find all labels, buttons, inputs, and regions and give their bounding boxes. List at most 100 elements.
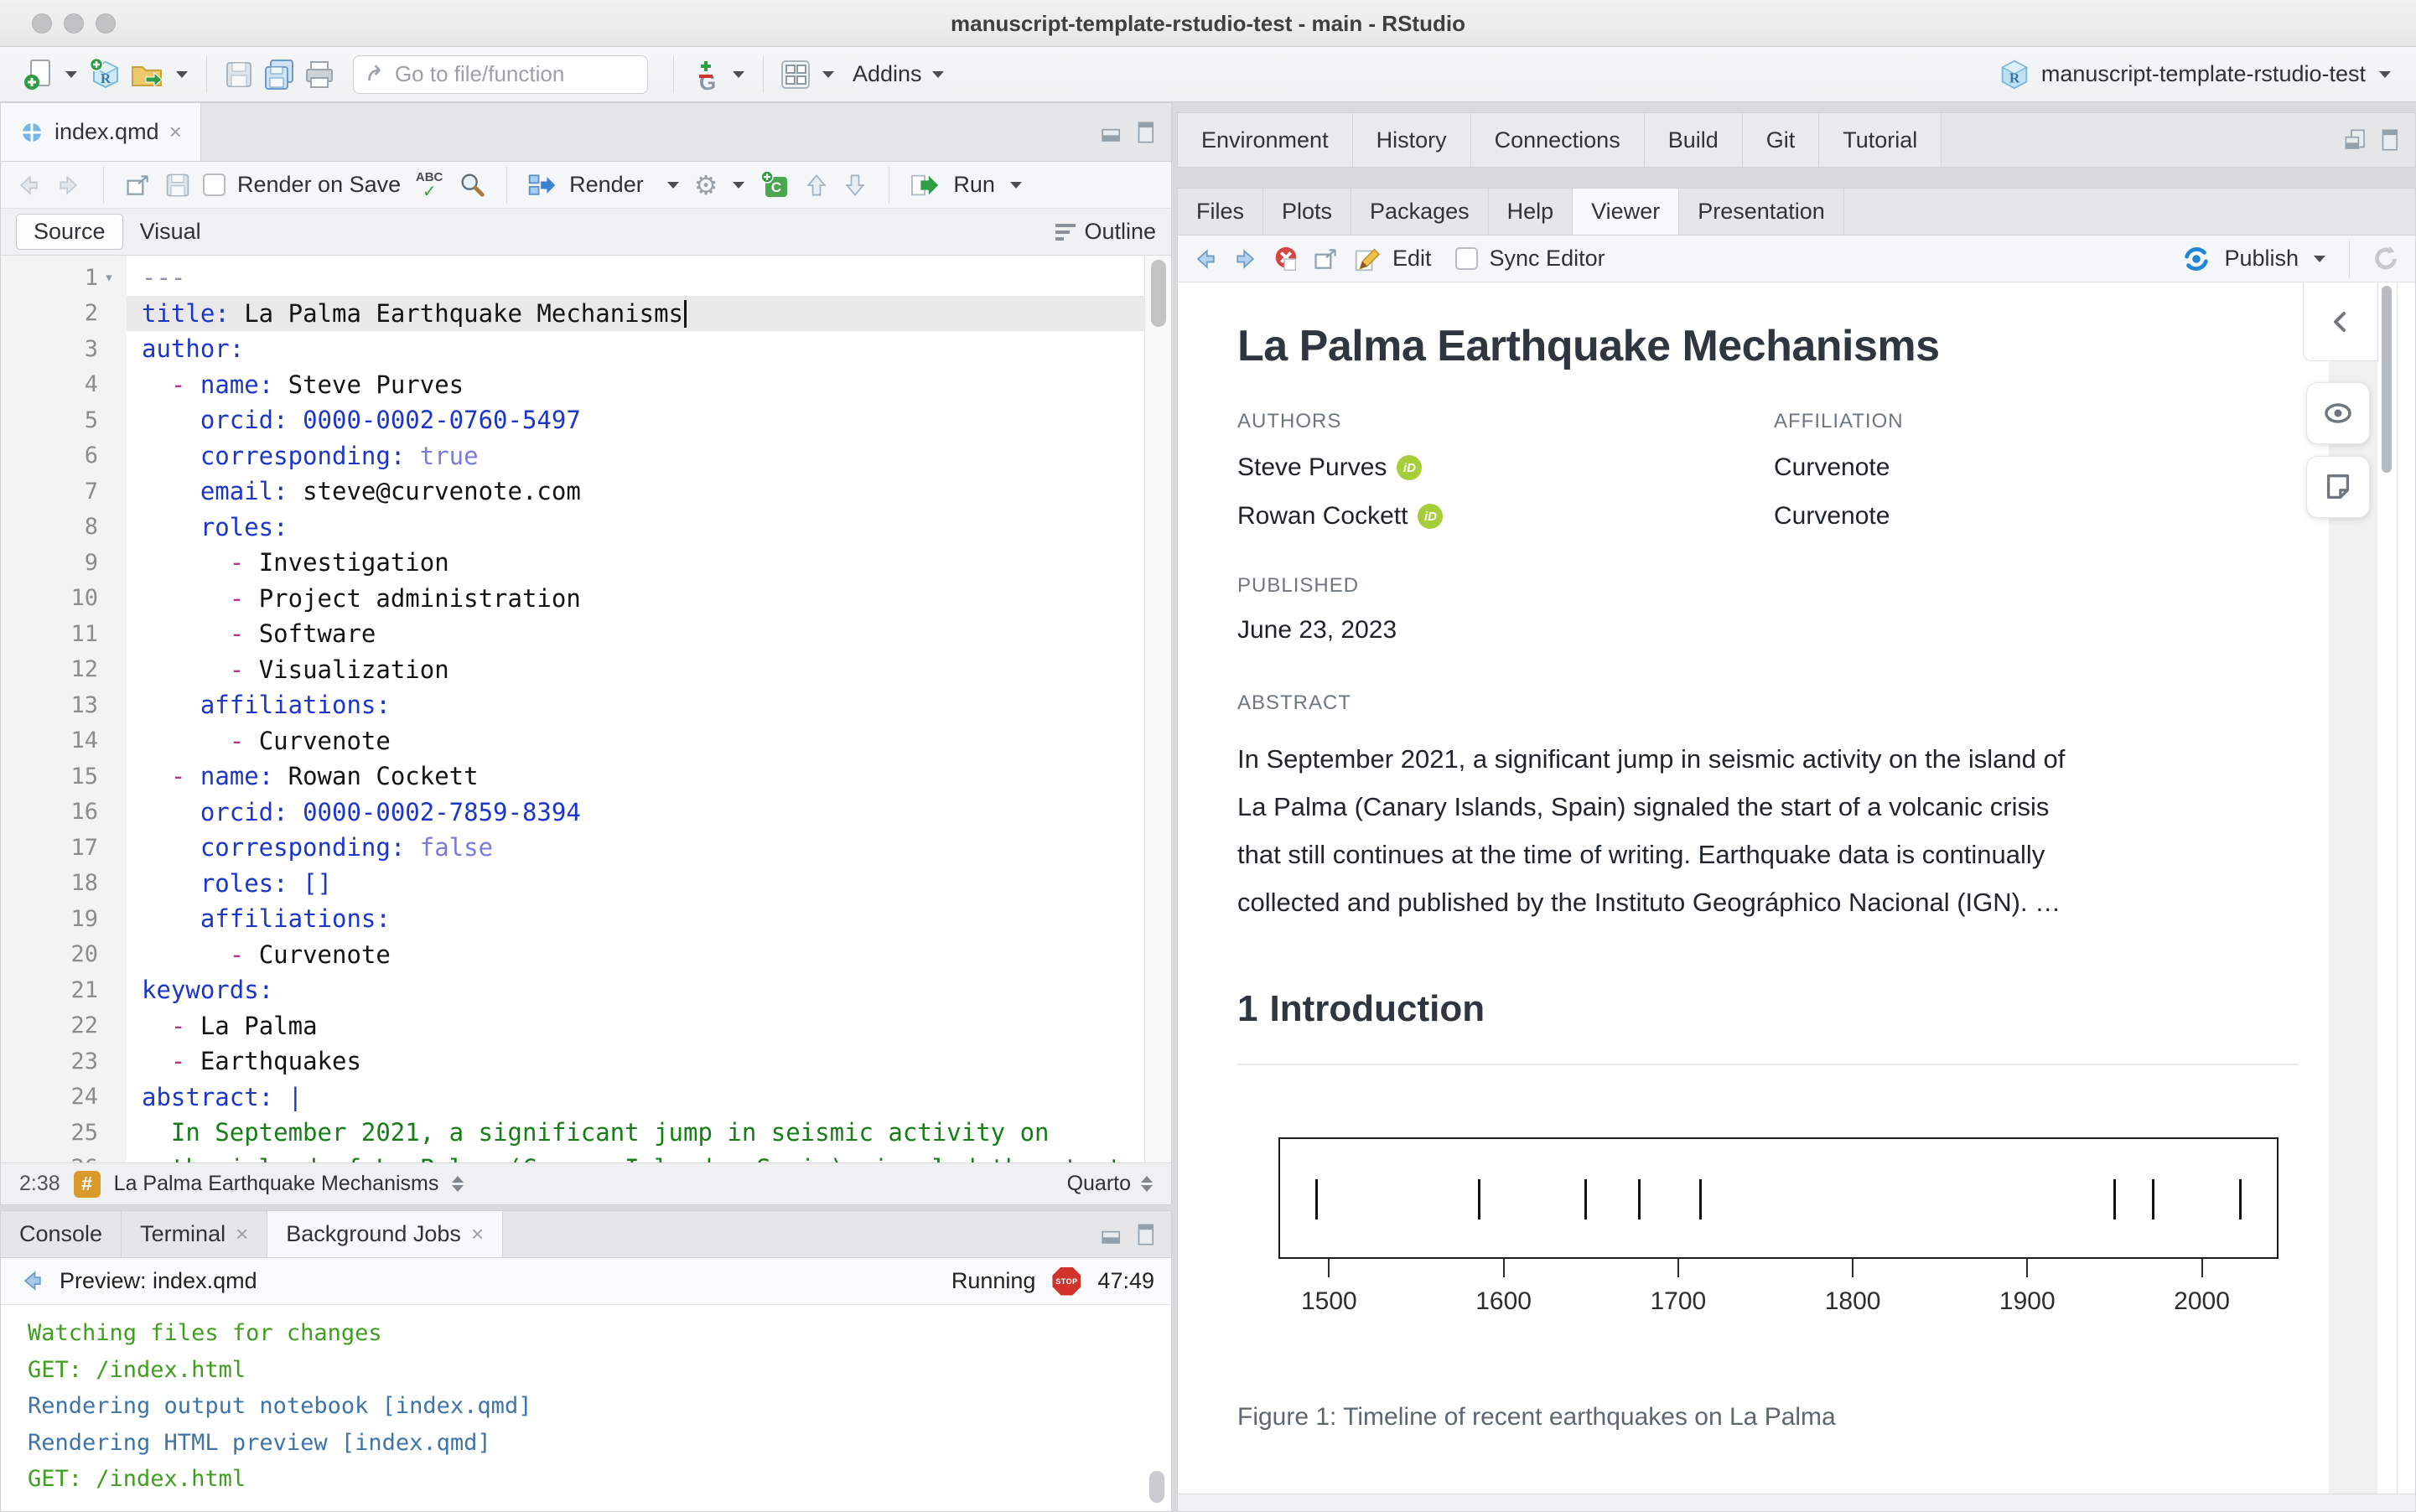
line-number[interactable]: 1 xyxy=(85,265,98,291)
editor-scrollbar-thumb[interactable] xyxy=(1151,260,1166,327)
settings-gear-icon[interactable]: ⚙ xyxy=(694,169,718,201)
console-scrollbar-thumb[interactable] xyxy=(1149,1471,1164,1503)
version-control-icon[interactable]: G xyxy=(689,56,723,93)
code-line[interactable]: orcid: 0000-0002-7859-8394 xyxy=(127,795,1171,831)
code-line[interactable]: In September 2021, a significant jump in… xyxy=(127,1115,1171,1151)
render-icon[interactable] xyxy=(527,171,557,199)
tab-packages[interactable]: Packages xyxy=(1351,189,1489,235)
source-mode-button[interactable]: Source xyxy=(16,214,123,250)
refresh-icon[interactable] xyxy=(2370,243,2402,275)
code-line[interactable]: - Project administration xyxy=(127,581,1171,617)
line-number[interactable]: 14 xyxy=(70,728,98,753)
open-file-icon[interactable] xyxy=(129,56,166,93)
line-number[interactable]: 24 xyxy=(70,1084,98,1110)
tab-files[interactable]: Files xyxy=(1178,189,1263,235)
goto-file-function-input[interactable] xyxy=(395,61,635,87)
maximize-pane-icon[interactable] xyxy=(1133,120,1158,145)
line-number[interactable]: 7 xyxy=(85,479,98,505)
line-number[interactable]: 6 xyxy=(85,443,98,469)
go-next-chunk-icon[interactable] xyxy=(842,172,868,199)
tab-git[interactable]: Git xyxy=(1743,113,1820,167)
restore-pane-icon[interactable] xyxy=(2343,127,2368,153)
popout-viewer-icon[interactable] xyxy=(1312,246,1340,272)
tab-terminal[interactable]: Terminal× xyxy=(122,1211,267,1257)
tab-connections[interactable]: Connections xyxy=(1471,113,1645,167)
editor-scrollbar[interactable] xyxy=(1144,256,1171,1162)
back-icon[interactable] xyxy=(18,1268,46,1295)
code-line[interactable]: - Investigation xyxy=(127,545,1171,581)
code-line[interactable]: orcid: 0000-0002-0760-5497 xyxy=(127,402,1171,438)
close-icon[interactable]: × xyxy=(471,1221,484,1247)
close-icon[interactable]: × xyxy=(169,119,182,145)
line-number[interactable]: 16 xyxy=(70,799,98,825)
render-button[interactable]: Render xyxy=(569,172,644,198)
sync-editor-checkbox[interactable] xyxy=(1455,247,1478,270)
code-line[interactable]: affiliations: xyxy=(127,901,1171,937)
line-number[interactable]: 15 xyxy=(70,764,98,790)
line-number[interactable]: 3 xyxy=(85,336,98,362)
viewer-forward-icon[interactable] xyxy=(1231,246,1260,272)
publish-button[interactable]: Publish xyxy=(2224,246,2299,272)
line-number[interactable]: 17 xyxy=(70,835,98,861)
tab-tutorial[interactable]: Tutorial xyxy=(1819,113,1942,167)
code-line[interactable]: roles: xyxy=(127,510,1171,546)
addins-dropdown-icon[interactable] xyxy=(932,71,944,78)
code-line[interactable]: author: xyxy=(127,331,1171,367)
line-number[interactable]: 23 xyxy=(70,1049,98,1074)
code-line[interactable]: email: steve@curvenote.com xyxy=(127,474,1171,510)
insert-chunk-icon[interactable]: C xyxy=(760,169,791,201)
run-icon[interactable] xyxy=(910,171,941,199)
code-line[interactable]: - Visualization xyxy=(127,652,1171,688)
code-line[interactable]: roles: [] xyxy=(127,866,1171,902)
clear-viewer-icon[interactable] xyxy=(1272,245,1300,273)
collapse-sidebar-button[interactable] xyxy=(2303,282,2378,361)
render-on-save-checkbox[interactable] xyxy=(203,173,226,196)
edit-pencil-icon[interactable] xyxy=(1352,245,1381,273)
workspace-panes-icon[interactable] xyxy=(779,56,812,93)
code-line[interactable]: - Software xyxy=(127,616,1171,652)
line-number[interactable]: 20 xyxy=(70,941,98,967)
new-project-icon[interactable]: R xyxy=(87,56,122,93)
stop-job-icon[interactable]: STOP xyxy=(1052,1267,1081,1296)
tab-viewer[interactable]: Viewer xyxy=(1573,189,1679,235)
save-icon[interactable] xyxy=(222,56,256,93)
line-number[interactable]: 21 xyxy=(70,977,98,1003)
document-format-menu[interactable]: Quarto xyxy=(1067,1172,1131,1196)
viewer-scrollbar-thumb[interactable] xyxy=(2382,286,2392,473)
code-line[interactable]: affiliations: xyxy=(127,687,1171,723)
tab-console[interactable]: Console xyxy=(1,1211,122,1257)
code-line[interactable]: corresponding: true xyxy=(127,438,1171,474)
code-line[interactable]: keywords: xyxy=(127,972,1171,1008)
line-number[interactable]: 26 xyxy=(70,1155,98,1162)
line-number[interactable]: 9 xyxy=(85,550,98,576)
spellcheck-icon[interactable]: ABC ✓ xyxy=(412,167,446,204)
tab-environment[interactable]: Environment xyxy=(1178,113,1353,167)
tab-presentation[interactable]: Presentation xyxy=(1679,189,1844,235)
fold-icon[interactable]: ▾ xyxy=(98,268,120,287)
addins-button[interactable]: Addins xyxy=(853,61,922,87)
line-number[interactable]: 19 xyxy=(70,906,98,932)
workspace-panes-dropdown-icon[interactable] xyxy=(822,71,834,78)
open-file-dropdown-icon[interactable] xyxy=(176,71,188,78)
new-file-icon[interactable] xyxy=(22,56,55,93)
edit-button[interactable]: Edit xyxy=(1392,246,1432,272)
annotation-note-button[interactable] xyxy=(2306,456,2370,518)
tab-history[interactable]: History xyxy=(1353,113,1471,167)
viewer-back-icon[interactable] xyxy=(1191,246,1220,272)
save-document-icon[interactable] xyxy=(164,172,191,199)
tab-help[interactable]: Help xyxy=(1489,189,1574,235)
project-menu-button[interactable]: R manuscript-template-rstudio-test xyxy=(1998,58,2394,91)
visibility-button[interactable] xyxy=(2306,382,2370,444)
code-line[interactable]: - Curvenote xyxy=(127,723,1171,759)
code-line[interactable]: title: La Palma Earthquake Mechanisms xyxy=(127,296,1171,332)
maximize-pane-icon[interactable] xyxy=(1133,1222,1158,1247)
section-jump-arrows-icon[interactable] xyxy=(452,1176,464,1192)
code-line[interactable]: - La Palma xyxy=(127,1008,1171,1044)
render-dropdown-icon[interactable] xyxy=(667,182,679,189)
forward-icon[interactable] xyxy=(54,172,83,199)
orcid-icon[interactable]: iD xyxy=(1418,504,1443,529)
format-menu-arrows-icon[interactable] xyxy=(1141,1176,1153,1192)
line-number[interactable]: 5 xyxy=(85,407,98,433)
line-number[interactable]: 25 xyxy=(70,1120,98,1146)
editor-code[interactable]: ---title: La Palma Earthquake Mechanisms… xyxy=(127,256,1171,1162)
